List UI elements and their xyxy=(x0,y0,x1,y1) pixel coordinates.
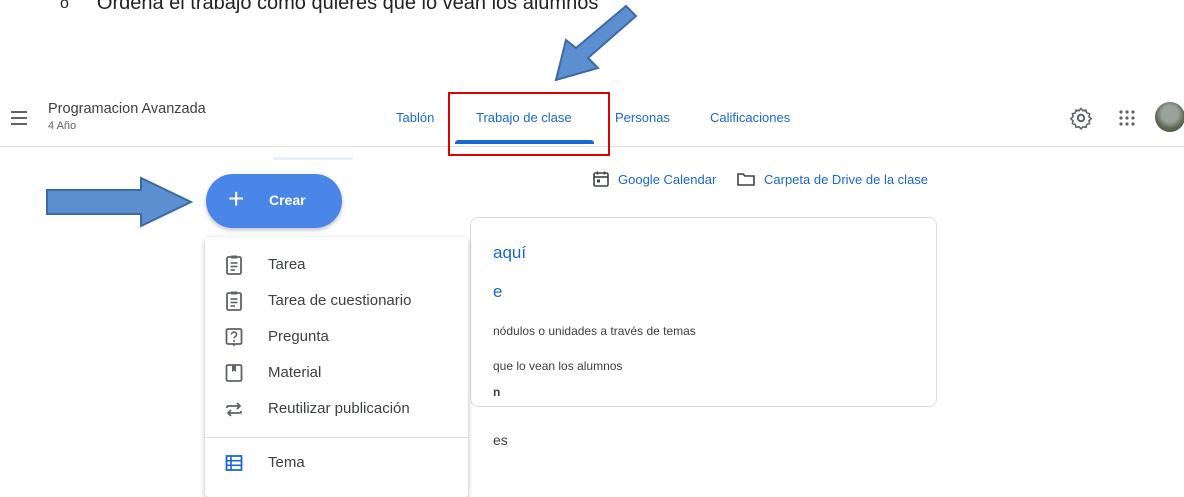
menu-item-tema[interactable]: Tema xyxy=(205,445,468,481)
quiz-assignment-icon xyxy=(226,291,242,311)
menu-item-label: Pregunta xyxy=(268,328,329,345)
folder-icon xyxy=(737,173,755,186)
apps-grid-icon[interactable] xyxy=(1115,106,1139,130)
menu-item-label: Tarea xyxy=(268,256,306,273)
calendar-icon xyxy=(593,171,609,187)
tab-personas[interactable]: Personas xyxy=(615,110,670,125)
reuse-icon xyxy=(226,402,242,417)
drive-folder-label: Carpeta de Drive de la clase xyxy=(764,171,929,187)
menu-item-tarea[interactable]: Tarea xyxy=(205,247,468,283)
drive-folder-link[interactable]: Carpeta de Drive de la clase xyxy=(736,170,928,188)
card-line-fragment: nódulos o unidades a través de temas xyxy=(493,324,696,338)
background-text-fragment: es xyxy=(493,432,508,448)
avatar[interactable] xyxy=(1155,102,1184,132)
question-icon xyxy=(225,328,243,347)
create-button[interactable]: + Crear xyxy=(206,174,342,228)
doc-caption-text: Ordena el trabajo como quieres que lo ve… xyxy=(96,0,599,14)
settings-icon[interactable] xyxy=(1069,106,1093,130)
card-subheading-fragment: e xyxy=(493,282,503,301)
create-menu: Tarea Tarea de cuestionario Pregunta Mat… xyxy=(205,237,468,497)
menu-item-label: Reutilizar publicación xyxy=(268,400,410,417)
top-bar: Programacion Avanzada 4 Año Tablón Traba… xyxy=(0,92,1184,156)
menu-item-label: Material xyxy=(268,364,322,381)
background-card xyxy=(470,217,937,407)
class-title[interactable]: Programacion Avanzada xyxy=(48,101,206,117)
doc-bullet: o xyxy=(60,0,69,12)
tab-tablon[interactable]: Tablón xyxy=(396,110,434,125)
menu-divider xyxy=(205,437,468,438)
create-button-label: Crear xyxy=(269,192,306,208)
tab-calificaciones[interactable]: Calificaciones xyxy=(710,110,790,125)
card-line-fragment: que lo vean los alumnos xyxy=(493,359,623,373)
doc-caption: o Ordena el trabajo como quieres que lo … xyxy=(60,0,598,15)
menu-item-tarea-de-cuestionario[interactable]: Tarea de cuestionario xyxy=(205,283,468,319)
annotation-arrow-down-icon xyxy=(554,4,638,82)
plus-icon: + xyxy=(228,183,245,214)
menu-item-material[interactable]: Material xyxy=(205,355,468,391)
menu-icon[interactable] xyxy=(11,111,27,125)
annotation-highlight-box xyxy=(448,92,610,156)
class-subtitle: 4 Año xyxy=(48,120,77,132)
menu-item-reutilizar-publicacion[interactable]: Reutilizar publicación xyxy=(205,391,468,427)
annotation-arrow-right-icon xyxy=(46,176,194,228)
card-heading-fragment: aquí xyxy=(493,243,527,262)
topic-icon xyxy=(225,455,243,471)
material-icon xyxy=(225,364,243,382)
menu-item-label: Tema xyxy=(268,454,305,471)
menu-item-pregunta[interactable]: Pregunta xyxy=(205,319,468,355)
assignment-icon xyxy=(226,255,242,275)
menu-item-label: Tarea de cuestionario xyxy=(268,292,412,309)
background-divider xyxy=(273,157,353,160)
google-calendar-label: Google Calendar xyxy=(618,171,717,187)
google-calendar-link[interactable]: Google Calendar xyxy=(592,170,716,188)
card-line-fragment: n xyxy=(493,385,501,399)
